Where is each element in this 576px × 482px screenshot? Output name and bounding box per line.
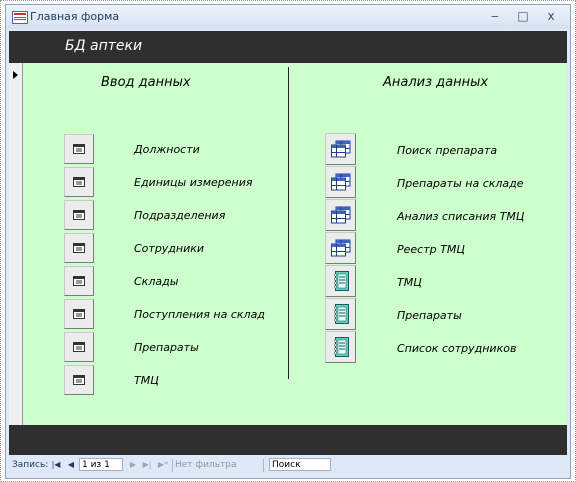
tmc-report-label: ТМЦ	[397, 276, 422, 289]
report-icon	[333, 337, 349, 357]
form-icon	[73, 243, 85, 253]
form-icon	[73, 210, 85, 220]
form-icon	[73, 177, 85, 187]
search-input[interactable]: Поиск	[269, 458, 331, 471]
first-record-button[interactable]: |◀	[51, 459, 61, 471]
close-button[interactable]: x	[538, 7, 564, 25]
nav-separator	[172, 459, 173, 472]
query-icon	[330, 140, 350, 158]
query-icon	[330, 173, 350, 191]
maximize-button[interactable]: □	[510, 7, 536, 25]
poisk-preparata-label: Поиск препарата	[397, 144, 498, 157]
previous-record-button[interactable]: ◀	[66, 459, 76, 471]
report-icon	[333, 271, 349, 291]
next-record-button[interactable]: ▶	[128, 459, 138, 471]
spisok-sotrudnikov-label: Список сотрудников	[397, 342, 517, 355]
reestr-tmc-label: Реестр ТМЦ	[397, 243, 465, 256]
tmc-form-button[interactable]	[64, 365, 94, 395]
tmc-form-label: ТМЦ	[134, 374, 159, 387]
preparaty-na-sklade-label: Препараты на складе	[397, 177, 524, 190]
last-record-button[interactable]: ▶|	[142, 459, 152, 471]
analiz-spisaniya-label: Анализ списания ТМЦ	[397, 210, 525, 223]
form-header: БД аптеки	[9, 31, 567, 63]
record-selector[interactable]	[9, 63, 23, 425]
tmc-report-button[interactable]	[325, 265, 356, 297]
record-label: Запись:	[12, 460, 49, 470]
form-area: БД аптеки Ввод данных Анализ данных Долж…	[9, 31, 567, 455]
form-icon	[73, 309, 85, 319]
new-record-button[interactable]: ▶*	[157, 459, 169, 471]
query-icon	[330, 206, 350, 224]
sotrudniki-button[interactable]	[64, 233, 94, 263]
data-entry-title: Ввод данных	[101, 75, 191, 90]
data-analysis-title: Анализ данных	[383, 75, 489, 90]
analiz-spisaniya-button[interactable]	[325, 199, 356, 231]
poisk-preparata-button[interactable]	[325, 133, 356, 165]
form-icon	[73, 375, 85, 385]
window-title: Главная форма	[30, 10, 120, 23]
form-detail: Ввод данных Анализ данных Должности Един…	[23, 63, 567, 425]
podrazdeleniya-label: Подразделения	[134, 209, 226, 222]
form-window: Главная форма ‒ □ x БД аптеки Ввод данны…	[5, 4, 571, 479]
form-window-icon	[12, 11, 28, 24]
dolzhnosti-button[interactable]	[64, 134, 94, 164]
preparaty-form-label: Препараты	[134, 341, 199, 354]
dolzhnosti-label: Должности	[134, 143, 200, 156]
form-footer	[9, 425, 567, 455]
record-navigation-bar: Запись: |◀ ◀ 1 из 1 ▶ ▶| ▶* Нет фильтра …	[9, 457, 567, 475]
current-record-field[interactable]: 1 из 1	[79, 458, 123, 471]
spisok-sotrudnikov-button[interactable]	[325, 331, 356, 363]
report-icon	[333, 304, 349, 324]
preparaty-report-button[interactable]	[325, 298, 356, 330]
preparaty-na-sklade-button[interactable]	[325, 166, 356, 198]
form-icon	[73, 276, 85, 286]
section-divider	[288, 67, 289, 379]
sklady-button[interactable]	[64, 266, 94, 296]
minimize-button[interactable]: ‒	[482, 7, 508, 25]
query-icon	[330, 239, 350, 257]
form-icon	[73, 342, 85, 352]
preparaty-form-button[interactable]	[64, 332, 94, 362]
title-bar: Главная форма ‒ □ x	[6, 5, 570, 29]
edinitsy-izmereniya-label: Единицы измерения	[134, 176, 253, 189]
filter-status[interactable]: Нет фильтра	[175, 460, 236, 470]
reestr-tmc-button[interactable]	[325, 232, 356, 264]
form-icon	[73, 144, 85, 154]
form-title: БД аптеки	[65, 38, 143, 54]
nav-separator	[263, 459, 264, 472]
postupleniya-label: Поступления на склад	[134, 308, 265, 321]
current-record-arrow-icon	[13, 71, 18, 79]
preparaty-report-label: Препараты	[397, 309, 462, 322]
podrazdeleniya-button[interactable]	[64, 200, 94, 230]
sotrudniki-label: Сотрудники	[134, 242, 205, 255]
edinitsy-izmereniya-button[interactable]	[64, 167, 94, 197]
sklady-label: Склады	[134, 275, 179, 288]
postupleniya-button[interactable]	[64, 299, 94, 329]
